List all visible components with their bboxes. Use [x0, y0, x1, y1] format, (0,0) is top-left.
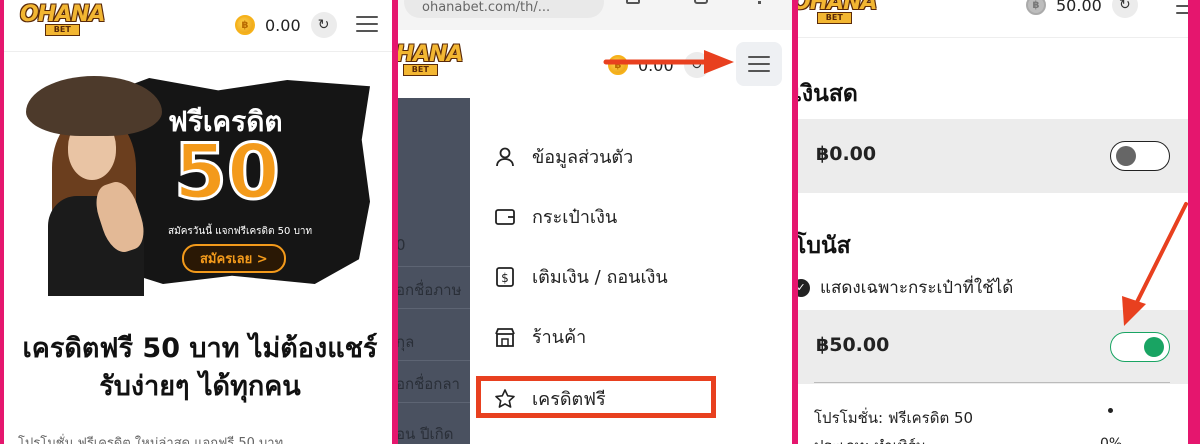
intro-text: โปรโมชั่น ฟรีเครดิต ใหม่ล่าสุด แจกฟรี 50… [18, 436, 284, 444]
refresh-icon[interactable]: ↻ [683, 52, 710, 78]
page-headline: เครดิตฟรี 50 บาท ไม่ต้องแชร์ รับง่ายๆ ได… [22, 333, 378, 402]
promo-name: โปรโมชั่น: ฟรีเครดิต 50 [814, 409, 974, 427]
site-header: OHANA BET ฿ 0.00 ↻ [398, 30, 792, 98]
model-image [26, 76, 162, 296]
cash-wallet-row[interactable]: ฿0.00 [798, 119, 1188, 193]
highlight-box [476, 376, 716, 418]
screenshot-panel-home: OHANA BET ฿ 0.00 ↻ ฟรีเครดิต 50 สมัครวัน… [4, 0, 392, 444]
banner-subtitle: สมัครวันนี้ แจกฟรีเครดิต 50 บาท [168, 226, 313, 237]
logo-sub: BET [44, 24, 80, 36]
promo-banner[interactable]: ฟรีเครดิต 50 สมัครวันนี้ แจกฟรีเครดิต 50… [22, 70, 374, 296]
cash-section-title: เงินสด [798, 81, 858, 107]
ghost-text: อกชื่อภาษ [398, 281, 462, 299]
menu-item-deposit-withdraw[interactable]: $ เติมเงิน / ถอนเงิน [494, 262, 668, 291]
coin-icon: ฿ [235, 15, 255, 35]
tabs-icon[interactable] [694, 0, 708, 4]
menu-item-label: ข้อมูลส่วนตัว [532, 147, 634, 168]
screenshot-panel-wallet: OHANA BET ฿ 50.00 ↻ เงินสด ฿0.00 โบนัส ✓… [798, 0, 1188, 444]
balance-value: 50.00 [1056, 0, 1102, 15]
ohana-bet-logo[interactable]: OHANA BET [398, 42, 464, 76]
ghost-text: กุล [398, 333, 415, 351]
new-tab-icon[interactable] [626, 0, 640, 4]
banner-register-button[interactable]: สมัครเลย > [182, 244, 286, 273]
bonus-section-title: โบนัส [798, 233, 851, 259]
site-header: OHANA BET ฿ 50.00 ↻ [798, 0, 1188, 38]
balance-display: ฿ 0.00 ↻ [235, 12, 337, 38]
menu-item-wallet[interactable]: กระเป๋าเงิน [494, 202, 617, 231]
promo-type: ประเภท: ทำเทิร์น [814, 434, 926, 444]
menu-item-label: ร้านค้า [532, 327, 587, 348]
progress-percent: 0% [1100, 436, 1123, 444]
ohana-bet-logo[interactable]: OHANA BET [798, 0, 878, 24]
url-bar[interactable]: ohanabet.com/th/... [404, 0, 604, 18]
checkmark-icon[interactable]: ✓ [798, 278, 810, 297]
logo-word: OHANA [398, 42, 464, 67]
banner-number: 50 [173, 127, 282, 216]
filter-label: แสดงเฉพาะกระเป๋าที่ใช้ได้ [820, 278, 1014, 298]
page-dim-overlay[interactable]: 0 อกชื่อภาษ กุล อกชื่อกลา อน ปีเกิด [398, 98, 470, 444]
user-icon [494, 146, 516, 168]
deposit-icon: $ [494, 266, 516, 288]
hamburger-menu-icon[interactable] [356, 16, 378, 32]
store-icon [494, 326, 516, 348]
screenshot-panel-menu: ohanabet.com/th/... OHANA BET ฿ 0.00 ↻ 0… [398, 0, 792, 444]
coin-icon: ฿ [1026, 0, 1046, 15]
menu-item-store[interactable]: ร้านค้า [494, 322, 586, 351]
refresh-icon[interactable]: ↻ [310, 12, 337, 38]
ghost-text: 0 [398, 236, 406, 254]
ghost-text: อกชื่อกลา [398, 375, 460, 393]
coin-icon: ฿ [608, 55, 628, 75]
menu-item-profile[interactable]: ข้อมูลส่วนตัว [494, 142, 633, 171]
filter-available-wallets[interactable]: ✓ แสดงเฉพาะกระเป๋าที่ใช้ได้ [798, 274, 1013, 301]
hamburger-menu-button[interactable] [736, 42, 782, 86]
progress-dot [1108, 408, 1113, 413]
ohana-bet-logo[interactable]: OHANA BET [20, 2, 106, 36]
balance-value: 0.00 [265, 15, 301, 35]
balance-value: 0.00 [638, 55, 674, 75]
hamburger-menu-icon [748, 56, 770, 72]
wallet-icon [494, 206, 516, 228]
divider [814, 382, 1170, 383]
cowboy-hat-icon [26, 76, 162, 136]
hamburger-menu-icon[interactable] [1176, 0, 1188, 14]
bonus-wallet-toggle[interactable] [1110, 332, 1170, 362]
logo-sub: BET [402, 64, 438, 76]
cash-amount: ฿0.00 [816, 143, 877, 165]
balance-display: ฿ 50.00 ↻ [1026, 0, 1138, 18]
balance-display: ฿ 0.00 ↻ [608, 52, 710, 78]
bonus-amount: ฿50.00 [816, 334, 890, 356]
svg-text:$: $ [501, 271, 509, 285]
site-header: OHANA BET ฿ 0.00 ↻ [4, 0, 392, 52]
menu-item-label: กระเป๋าเงิน [532, 207, 618, 228]
browser-toolbar: ohanabet.com/th/... [398, 0, 792, 30]
logo-sub: BET [816, 12, 852, 24]
logo-word: OHANA [20, 2, 106, 27]
cash-wallet-toggle[interactable] [1110, 141, 1170, 171]
ghost-text: อน ปีเกิด [398, 425, 454, 443]
refresh-icon[interactable]: ↻ [1111, 0, 1138, 18]
more-options-icon[interactable] [758, 0, 762, 4]
menu-item-label: เติมเงิน / ถอนเงิน [532, 267, 668, 288]
bonus-wallet-row[interactable]: ฿50.00 [798, 310, 1188, 384]
